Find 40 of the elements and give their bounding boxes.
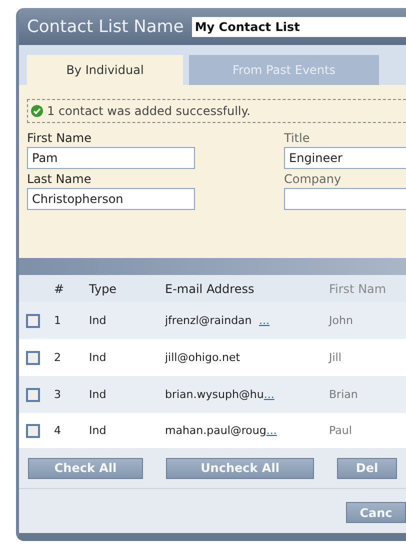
column-header: Type — [88, 282, 118, 296]
email-text: jfrenzl@raindan — [165, 314, 253, 327]
field-label: First Name — [27, 131, 92, 145]
field-label: Title — [284, 131, 311, 145]
checkbox[interactable] — [26, 314, 40, 328]
more-link[interactable]: ... — [264, 388, 274, 401]
more-link[interactable]: ... — [259, 314, 270, 327]
field-label: Last Name — [27, 172, 92, 186]
checkbox[interactable] — [26, 350, 40, 364]
table-cell-text: 3 — [53, 388, 62, 401]
column-header: First Nam — [328, 282, 388, 296]
table-cell-text: 2 — [53, 351, 62, 364]
table-cell-text: Ind — [88, 424, 108, 437]
table-cell-text: John — [328, 314, 354, 327]
more-link[interactable]: ... — [266, 424, 277, 437]
email-text: brian.wysuph@hu — [165, 388, 264, 401]
text-field[interactable]: Pam — [27, 147, 195, 169]
list-name-field[interactable]: My Contact List — [192, 16, 406, 36]
checkbox[interactable] — [26, 388, 40, 402]
table-cell-text: Jill — [328, 351, 342, 364]
table-cell-text: Ind — [88, 314, 108, 327]
text-field[interactable]: Christopherson — [27, 188, 195, 210]
table-cell-text: 1 — [53, 314, 62, 327]
title-label: Contact List Name — [27, 16, 184, 36]
table-cell-text: 4 — [53, 424, 62, 437]
tab[interactable]: By Individual — [27, 55, 183, 85]
text-field[interactable] — [284, 188, 406, 210]
check-icon — [31, 105, 43, 117]
email-text: jill@ohigo.net — [165, 351, 242, 364]
table-cell-text: Ind — [88, 388, 108, 401]
email-text: mahan.paul@roug — [165, 424, 266, 437]
message-text: 1 contact was added successfully. — [47, 104, 250, 118]
checkbox[interactable] — [26, 424, 40, 438]
table-cell-text: Brian — [328, 388, 359, 401]
field-label: Company — [284, 172, 342, 186]
column-header: # — [53, 282, 66, 296]
table-cell-text: Paul — [328, 424, 353, 437]
table-cell-text: Ind — [88, 351, 108, 364]
text-field[interactable]: Engineer — [284, 147, 406, 169]
column-header: E-mail Address — [164, 282, 256, 296]
